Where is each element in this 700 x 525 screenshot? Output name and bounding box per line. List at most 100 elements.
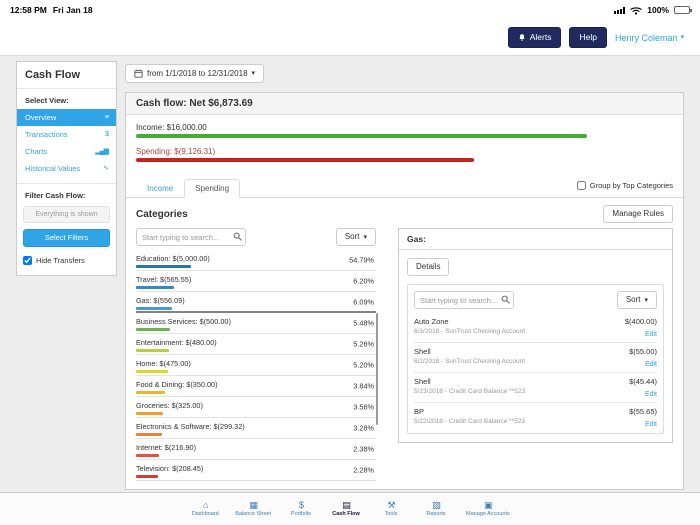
manage-rules-label: Manage Rules	[612, 210, 664, 218]
category-row-television[interactable]: Television: $(208.45) 2.28%	[136, 460, 376, 481]
bottomnav-tools[interactable]: ⚒ Tools	[376, 501, 406, 517]
bottomnav-portfolio[interactable]: $ Portfolio	[286, 501, 316, 517]
category-row-internet[interactable]: Internet: $(216.90) 2.38%	[136, 439, 376, 460]
bottomnav-label: Dashboard	[192, 511, 219, 517]
user-menu[interactable]: Henry Coleman ▾	[615, 33, 684, 43]
calendar-icon	[134, 69, 143, 78]
income-spending-section: Income: $16,000.00 Spending: $(9,126.31)	[126, 115, 683, 177]
tab-income[interactable]: Income	[136, 179, 184, 198]
transaction-name: Shell	[414, 347, 525, 356]
category-sort-button[interactable]: Sort ▾	[336, 228, 376, 246]
search-icon	[501, 295, 510, 304]
battery-icon	[674, 6, 690, 14]
bottomnav-manage-accounts[interactable]: ▣ Manage Accounts	[466, 501, 510, 517]
transaction-name: BP	[414, 407, 525, 416]
scrollbar-thumb[interactable]	[376, 313, 378, 425]
category-percent: 2.28%	[353, 466, 374, 475]
sidebar-item-transactions[interactable]: Transactions $	[17, 126, 116, 143]
transaction-search-input[interactable]	[414, 291, 514, 309]
group-by-label: Group by Top Categories	[590, 181, 673, 190]
details-label: Details	[416, 263, 440, 271]
category-row-electronics-software[interactable]: Electronics & Software: $(299.32) 3.28%	[136, 418, 376, 439]
wifi-icon	[630, 6, 642, 15]
date-range-label: from 1/1/2018 to 12/31/2018	[147, 70, 248, 78]
income-label: Income: $16,000.00	[136, 123, 673, 132]
transaction-name: Shell	[414, 377, 525, 386]
transaction-row: Auto Zone 6/3/2018 - SunTrust Checking A…	[414, 313, 657, 343]
edit-transaction-link[interactable]: Edit	[645, 391, 657, 398]
hide-transfers-toggle[interactable]: Hide Transfers	[17, 247, 116, 265]
edit-transaction-link[interactable]: Edit	[645, 331, 657, 338]
income-spending-tabs: Income Spending Group by Top Categories	[126, 177, 683, 198]
status-bar: 12:58 PM Fri Jan 18 100%	[0, 0, 700, 20]
filter-status-text: Everything is shown	[23, 206, 110, 223]
category-percent: 5.48%	[353, 319, 374, 328]
category-color-bar	[136, 265, 191, 268]
transaction-sort-button[interactable]: Sort ▾	[617, 291, 657, 309]
category-search-input[interactable]	[136, 228, 246, 246]
category-color-bar	[136, 286, 174, 289]
transaction-meta: 5/22/2018 - Credit Card Balance **523	[414, 418, 525, 425]
bottomnav-label: Tools	[385, 511, 398, 517]
sidebar-item-label: Transactions	[25, 130, 68, 139]
bottomnav-balance-sheet[interactable]: ▦ Balance Sheet	[235, 501, 271, 517]
caret-down-icon: ▾	[363, 234, 367, 241]
category-color-bar	[136, 412, 163, 415]
spending-bar	[136, 158, 474, 162]
transaction-meta: 6/3/2018 - SunTrust Checking Account	[414, 328, 525, 335]
category-row-entertainment[interactable]: Entertainment: $(480.00) 5.26%	[136, 334, 376, 355]
category-row-education[interactable]: Education: $(5,000.00) 54.79%	[136, 250, 376, 271]
category-color-bar	[136, 475, 158, 478]
bottomnav-dashboard[interactable]: ⌂ Dashboard	[190, 501, 220, 517]
sidebar-item-label: Overview	[25, 113, 56, 122]
category-label: Groceries: $(325.00)	[136, 401, 203, 410]
category-color-bar	[136, 433, 162, 436]
details-button[interactable]: Details	[407, 258, 449, 276]
category-percent: 54.79%	[349, 256, 374, 265]
transaction-name: Auto Zone	[414, 317, 525, 326]
sidebar-item-historical-values[interactable]: Historical Values ∿	[17, 160, 116, 177]
category-row-home[interactable]: Home: $(475.00) 5.20%	[136, 355, 376, 376]
alerts-button[interactable]: Alerts	[508, 27, 562, 48]
sidebar-item-overview[interactable]: Overview ≡	[17, 109, 116, 126]
category-color-bar	[136, 370, 168, 373]
category-row-food-dining[interactable]: Food & Dining: $(350.00) 3.84%	[136, 376, 376, 397]
category-row-travel[interactable]: Travel: $(565.55) 6.20%	[136, 271, 376, 292]
reports-icon: ▧	[432, 501, 440, 510]
category-row-gas[interactable]: Gas: $(556.09) 6.09%	[136, 292, 376, 313]
group-by-top-categories-toggle[interactable]: Group by Top Categories	[577, 181, 673, 190]
select-filters-button[interactable]: Select Filters	[23, 229, 110, 247]
category-percent: 5.20%	[353, 361, 374, 370]
category-percent: 5.26%	[353, 340, 374, 349]
edit-transaction-link[interactable]: Edit	[645, 421, 657, 428]
category-label: Electronics & Software: $(299.32)	[136, 422, 245, 431]
hide-transfers-label: Hide Transfers	[36, 256, 85, 265]
manage-rules-button[interactable]: Manage Rules	[603, 205, 673, 223]
date-range-button[interactable]: from 1/1/2018 to 12/31/2018 ▾	[125, 64, 264, 83]
help-button[interactable]: Help	[569, 27, 606, 48]
transaction-meta: 6/2/2018 - SunTrust Checking Account	[414, 358, 525, 365]
category-percent: 2.38%	[353, 445, 374, 454]
help-label: Help	[579, 33, 596, 42]
user-name: Henry Coleman	[615, 33, 678, 43]
bottomnav-reports[interactable]: ▧ Reports	[421, 501, 451, 517]
bottomnav-label: Reports	[426, 511, 445, 517]
bottomnav-cash-flow[interactable]: ▤ Cash Flow	[331, 501, 361, 517]
spending-label: Spending: $(9,126.31)	[136, 147, 673, 156]
category-label: Television: $(208.45)	[136, 464, 203, 473]
clock-text: 12:58 PM	[10, 5, 47, 15]
category-color-bar	[136, 391, 165, 394]
group-by-checkbox[interactable]	[577, 181, 586, 190]
category-row-business-services[interactable]: Business Services: $(500.00) 5.48%	[136, 313, 376, 334]
category-row-groceries[interactable]: Groceries: $(325.00) 3.56%	[136, 397, 376, 418]
tab-spending[interactable]: Spending	[184, 179, 240, 198]
alerts-label: Alerts	[530, 33, 552, 42]
hide-transfers-checkbox[interactable]	[23, 256, 32, 265]
sidebar-item-charts[interactable]: Charts ▂▄▆	[17, 143, 116, 160]
transaction-amount: $(45.44)	[629, 377, 657, 386]
gas-detail-panel: Gas: Details	[398, 228, 673, 443]
line-chart-icon: ∿	[103, 165, 108, 172]
category-label: Business Services: $(500.00)	[136, 317, 231, 326]
edit-transaction-link[interactable]: Edit	[645, 361, 657, 368]
sort-label: Sort	[626, 296, 641, 304]
